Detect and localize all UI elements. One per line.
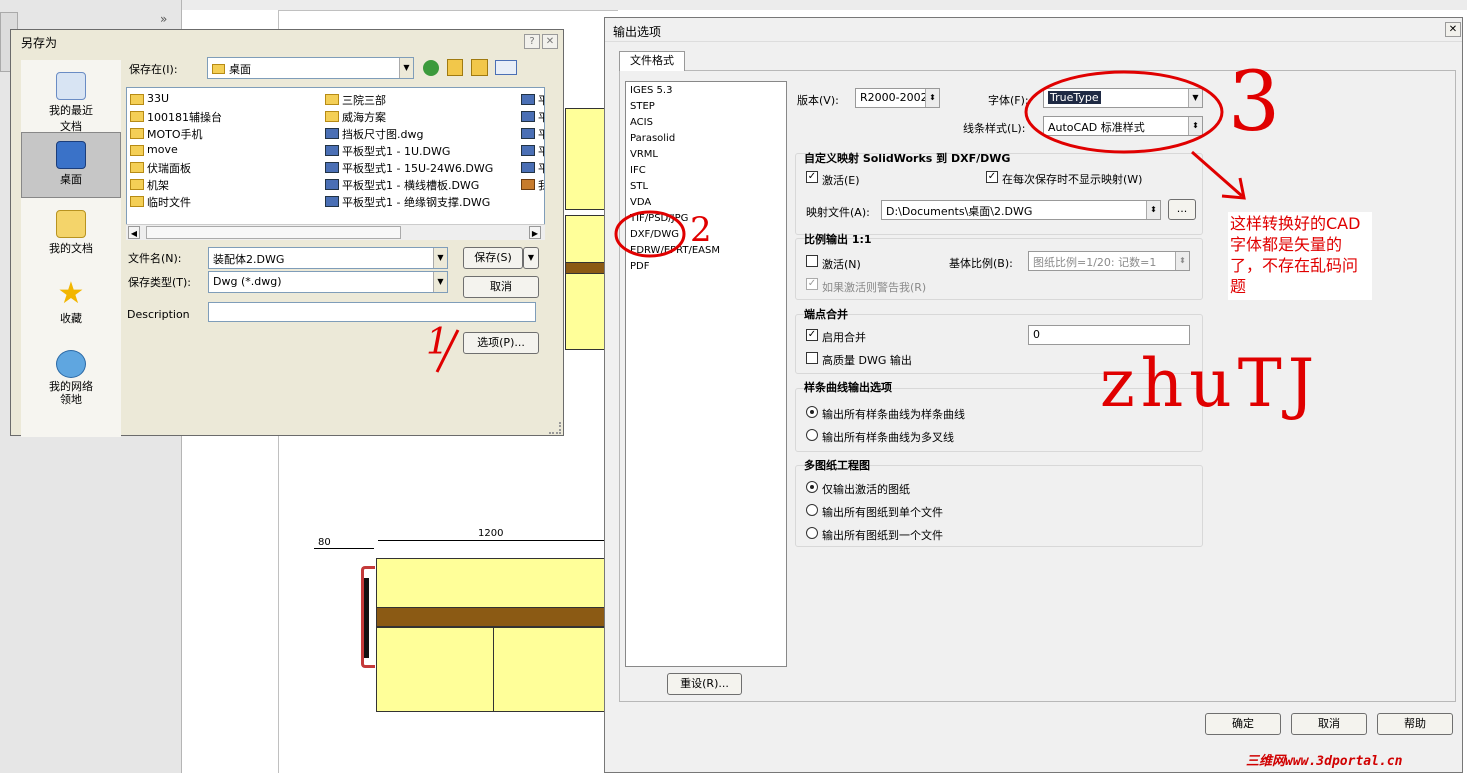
signature: zhuTJ — [1100, 345, 1321, 422]
dxf-circle-mark — [614, 210, 686, 258]
arrow-line — [1191, 150, 1243, 198]
annotation-note: 这样转换好的CAD字体都是矢量的了，不存在乱码问题 — [1228, 212, 1372, 300]
mark-1: 1 — [426, 322, 449, 363]
watermark: 三维网www.3dportal.cn — [1246, 754, 1403, 769]
font-circle-mark — [1024, 70, 1224, 154]
mark-2: 2 — [690, 210, 712, 250]
mark-3: 3 — [1228, 55, 1281, 150]
